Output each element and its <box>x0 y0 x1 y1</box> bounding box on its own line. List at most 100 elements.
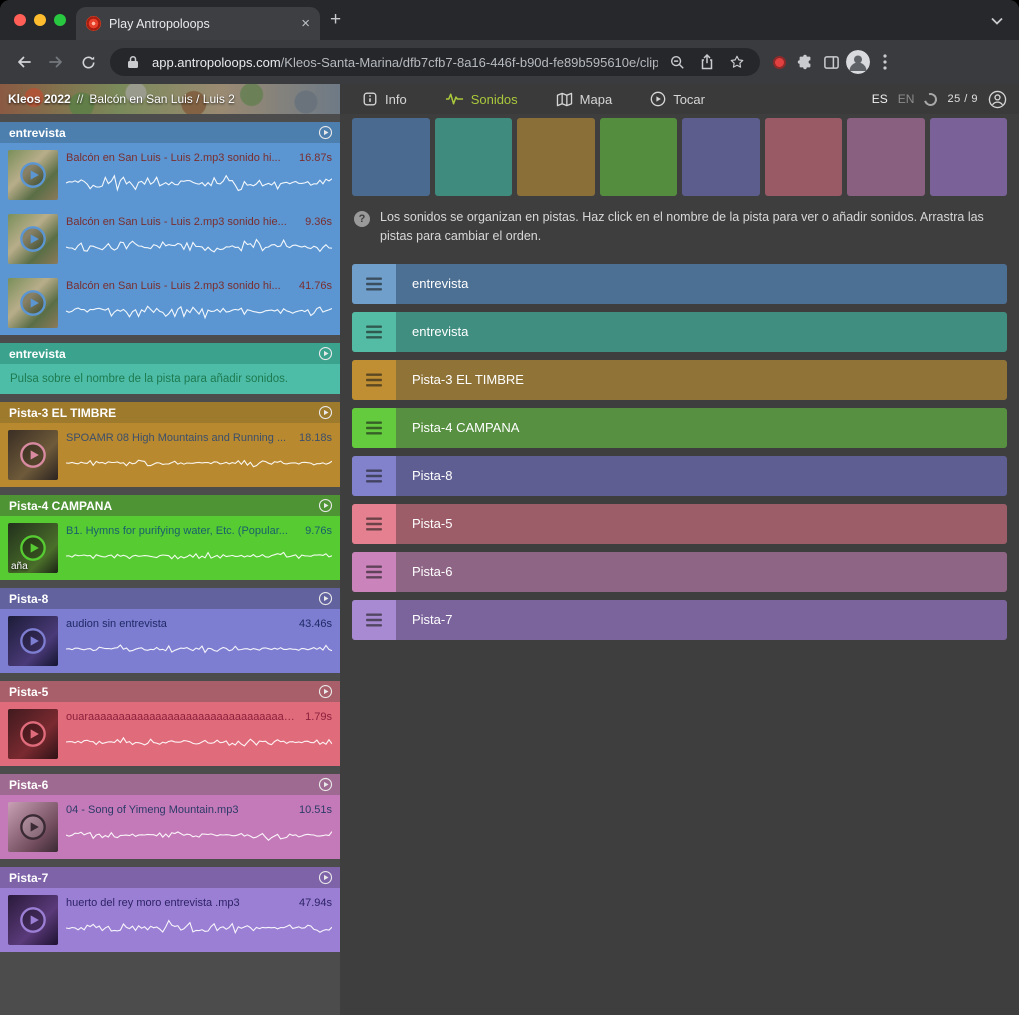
tab-close-icon[interactable]: × <box>301 16 310 31</box>
track-header[interactable]: entrevista <box>0 122 340 143</box>
drag-handle[interactable] <box>352 456 396 496</box>
app-header: Kleos 2022 // Balcón en San Luis / Luis … <box>0 84 1019 114</box>
new-tab-button[interactable]: + <box>330 10 341 29</box>
clip[interactable]: Balcón en San Luis - Luis 2.mp3 sonido h… <box>0 271 340 335</box>
track-row-pista-7[interactable]: Pista-7 <box>352 600 1007 640</box>
clip-play-icon <box>19 720 47 748</box>
nav-mapa[interactable]: Mapa <box>556 92 613 107</box>
clip[interactable]: ouaraaaaaaaaaaaaaaaaaaaaaaaaaaaaaaaaa...… <box>0 702 340 766</box>
clip[interactable]: audion sin entrevista 43.46s <box>0 609 340 673</box>
track-header[interactable]: Pista-5 <box>0 681 340 702</box>
swatch-pista-8[interactable] <box>682 118 760 196</box>
swatch-pista-5[interactable] <box>765 118 843 196</box>
track-row-pista-8[interactable]: Pista-8 <box>352 456 1007 496</box>
drag-handle[interactable] <box>352 600 396 640</box>
clip-thumbnail[interactable] <box>8 430 58 480</box>
extensions-puzzle-icon[interactable] <box>794 51 816 73</box>
back-button[interactable] <box>10 48 38 76</box>
clip-thumbnail[interactable] <box>8 616 58 666</box>
nav-tocar[interactable]: Tocar <box>650 91 705 107</box>
clip-thumbnail[interactable] <box>8 802 58 852</box>
clip-waveform <box>66 234 332 260</box>
track-play-button[interactable] <box>318 498 333 513</box>
side-panel-icon[interactable] <box>820 51 842 73</box>
lang-es-toggle[interactable]: ES <box>872 92 888 106</box>
track-row-label: Pista-7 <box>396 600 452 640</box>
track-play-button[interactable] <box>318 125 333 140</box>
zoom-icon[interactable] <box>666 51 688 73</box>
tab-list-chevron-icon[interactable] <box>991 12 1003 30</box>
waveform-icon <box>445 92 464 106</box>
clip[interactable]: Balcón en San Luis - Luis 2.mp3 sonido h… <box>0 143 340 207</box>
track-row-pista-4[interactable]: Pista-4 CAMPANA <box>352 408 1007 448</box>
swatch-pista-6[interactable] <box>847 118 925 196</box>
swatch-entrevista[interactable] <box>352 118 430 196</box>
browser-tab[interactable]: Play Antropoloops × <box>76 7 320 40</box>
track-row-pista-3[interactable]: Pista-3 EL TIMBRE <box>352 360 1007 400</box>
track-header[interactable]: Pista-3 EL TIMBRE <box>0 402 340 423</box>
clip-thumbnail[interactable]: aña <box>8 523 58 573</box>
clip[interactable]: huerto del rey moro entrevista .mp3 47.9… <box>0 888 340 952</box>
fullscreen-window-button[interactable] <box>54 14 66 26</box>
clip-thumbnail[interactable] <box>8 214 58 264</box>
track-row-pista-5[interactable]: Pista-5 <box>352 504 1007 544</box>
clip-duration: 41.76s <box>299 279 332 293</box>
account-icon[interactable] <box>988 90 1007 109</box>
drag-handle[interactable] <box>352 264 396 304</box>
track-row-pista-6[interactable]: Pista-6 <box>352 552 1007 592</box>
drag-handle[interactable] <box>352 504 396 544</box>
clip-thumbnail[interactable] <box>8 895 58 945</box>
track-header[interactable]: Pista-4 CAMPANA <box>0 495 340 516</box>
drag-handle[interactable] <box>352 552 396 592</box>
clip[interactable]: 04 - Song of Yimeng Mountain.mp3 10.51s <box>0 795 340 859</box>
track-section-pista-5: Pista-5 ouaraaaaaaaaaaaaaaaaaaaaaaaaaaaa… <box>0 681 340 766</box>
nav-sonidos[interactable]: Sonidos <box>445 92 518 107</box>
minimize-window-button[interactable] <box>34 14 46 26</box>
lang-en-toggle[interactable]: EN <box>898 92 915 106</box>
forward-button[interactable] <box>42 48 70 76</box>
track-header[interactable]: Pista-6 <box>0 774 340 795</box>
track-play-button[interactable] <box>318 591 333 606</box>
recording-extension-icon[interactable] <box>768 51 790 73</box>
lock-icon[interactable] <box>122 51 144 73</box>
track-section-pista-6: Pista-6 04 - Song of Yimeng Mountain.mp3 <box>0 774 340 859</box>
clip[interactable]: SPOAMR 08 High Mountains and Running ...… <box>0 423 340 487</box>
track-header[interactable]: Pista-7 <box>0 867 340 888</box>
clip[interactable]: aña B1. Hymns for purifying water, Etc. … <box>0 516 340 580</box>
track-header[interactable]: entrevista <box>0 343 340 364</box>
profile-avatar[interactable] <box>846 50 870 74</box>
clip-waveform <box>66 636 332 662</box>
drag-handle[interactable] <box>352 408 396 448</box>
track-play-button[interactable] <box>318 405 333 420</box>
track-play-button[interactable] <box>318 346 333 361</box>
track-section-pista-3: Pista-3 EL TIMBRE SPOAMR 08 High Mountai… <box>0 402 340 487</box>
tab-strip: Play Antropoloops × + <box>0 0 1019 40</box>
track-row-entrevista[interactable]: entrevista <box>352 264 1007 304</box>
track-play-button[interactable] <box>318 870 333 885</box>
drag-handle[interactable] <box>352 360 396 400</box>
clip-thumbnail[interactable] <box>8 150 58 200</box>
close-window-button[interactable] <box>14 14 26 26</box>
nav-info[interactable]: Info <box>362 91 407 107</box>
track-play-button[interactable] <box>318 777 333 792</box>
clip[interactable]: Balcón en San Luis - Luis 2.mp3 sonido h… <box>0 207 340 271</box>
track-play-button[interactable] <box>318 684 333 699</box>
clip-thumbnail[interactable] <box>8 709 58 759</box>
swatch-entrevista-2[interactable] <box>435 118 513 196</box>
clip-thumbnail[interactable] <box>8 278 58 328</box>
clip-waveform <box>66 298 332 324</box>
address-bar[interactable]: app.antropoloops.com/Kleos-Santa-Marina/… <box>110 48 760 76</box>
share-icon[interactable] <box>696 51 718 73</box>
drag-handle[interactable] <box>352 312 396 352</box>
swatch-pista-7[interactable] <box>930 118 1008 196</box>
track-row-entrevista-2[interactable]: entrevista <box>352 312 1007 352</box>
reload-button[interactable] <box>74 48 102 76</box>
clip-play-icon <box>19 906 47 934</box>
clip-title: Balcón en San Luis - Luis 2.mp3 sonido h… <box>66 279 281 293</box>
track-header[interactable]: Pista-8 <box>0 588 340 609</box>
swatch-pista-3[interactable] <box>517 118 595 196</box>
swatch-pista-4[interactable] <box>600 118 678 196</box>
browser-menu-kebab-icon[interactable] <box>874 51 896 73</box>
bookmark-star-icon[interactable] <box>726 51 748 73</box>
clip-title: B1. Hymns for purifying water, Etc. (Pop… <box>66 524 288 538</box>
